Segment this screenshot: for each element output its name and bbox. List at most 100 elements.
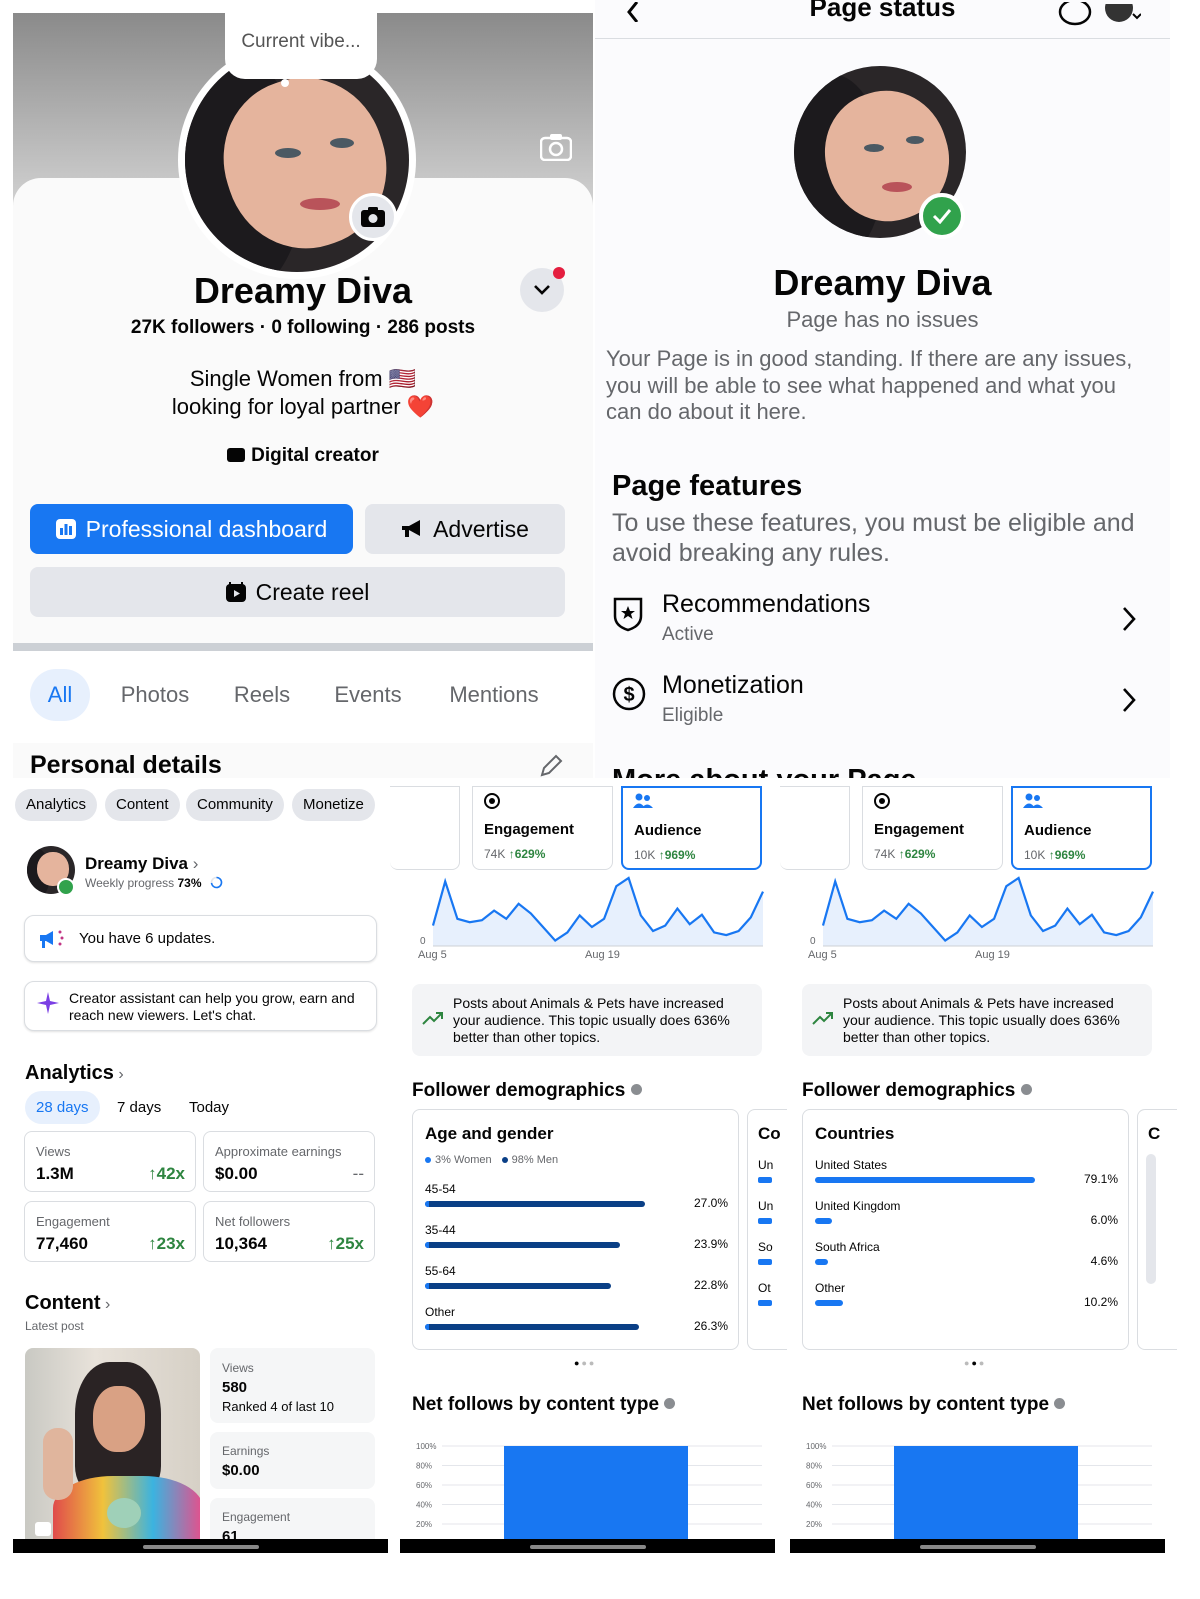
insights-panel-countries: Engagement 74K ↑629% Audience 10K ↑969% …: [780, 786, 1177, 1552]
chevron-right-icon: ›: [113, 1066, 124, 1083]
card-audience[interactable]: Audience 10K ↑969%: [1011, 786, 1152, 870]
card-engagement[interactable]: Engagement 74K ↑629%: [862, 786, 1003, 870]
home-indicator[interactable]: [530, 1545, 646, 1549]
tab-reels[interactable]: Reels: [225, 669, 299, 721]
post-metric-value: $0.00: [222, 1462, 260, 1479]
age-gender-card[interactable]: Age and gender 3% Women 98% Men 45-54 27.0% 3…: [412, 1109, 739, 1350]
updates-card[interactable]: You have 6 updates.: [24, 915, 377, 962]
vibe-dot: [281, 79, 289, 87]
chip-content[interactable]: Content: [105, 789, 180, 821]
info-icon[interactable]: [1020, 1084, 1032, 1095]
info-icon[interactable]: [630, 1084, 642, 1095]
peek-label: Ot: [758, 1281, 771, 1295]
metric-card-partial[interactable]: [390, 786, 460, 870]
audience-line-chart: 0 Aug 5 Aug 19: [418, 876, 764, 961]
countries-card[interactable]: Countries United States 79.1% United Kingdo…: [802, 1109, 1129, 1350]
card-label: Audience: [1024, 822, 1092, 839]
pagination-dots: ●●●: [574, 1358, 596, 1368]
card-audience[interactable]: Audience 10K ↑969%: [621, 786, 762, 870]
chip-monetize[interactable]: Monetize: [292, 789, 375, 821]
x-tick-label: Aug 5: [418, 949, 447, 961]
card-engagement[interactable]: Engagement 74K ↑629%: [472, 786, 613, 870]
page-name: Dreamy Diva: [773, 262, 992, 303]
y-tick-label: 60%: [416, 1481, 432, 1490]
edit-pencil-icon[interactable]: [538, 753, 564, 778]
creator-assistant-card[interactable]: Creator assistant can help you grow, ear…: [24, 981, 377, 1031]
home-indicator[interactable]: [920, 1545, 1036, 1549]
metric-label: Approximate earnings: [215, 1144, 342, 1159]
post-metric-label: Views: [222, 1361, 254, 1375]
home-indicator[interactable]: [143, 1545, 259, 1549]
verified-check-icon: [919, 193, 965, 239]
line-area: [823, 878, 1153, 946]
reel-icon: [35, 1522, 51, 1536]
chevron-down-icon: [534, 285, 550, 295]
feature-monetization[interactable]: $ Monetization Eligible: [595, 671, 1170, 741]
chip-community[interactable]: Community: [186, 789, 284, 821]
metric-net-followers[interactable]: Net followers 10,364 ↑25x: [203, 1201, 375, 1262]
cover-camera-icon[interactable]: [540, 133, 572, 161]
bar-label: Other: [815, 1281, 846, 1295]
content-title[interactable]: Content ›: [25, 1292, 110, 1315]
tab-events[interactable]: Events: [326, 669, 410, 721]
range-7-days[interactable]: 7 days: [117, 1091, 161, 1124]
professional-dashboard-button[interactable]: Professional dashboard: [30, 504, 353, 554]
metric-value: 77,460: [36, 1234, 88, 1253]
profile-tabs: All Photos Reels Events Mentions: [13, 643, 593, 743]
advertise-button[interactable]: Advertise: [365, 504, 565, 554]
post-metric-value: 580: [222, 1379, 248, 1396]
topic-insight-card[interactable]: Posts about Animals & Pets have increase…: [802, 984, 1152, 1056]
more-about-page-title: More about your Page: [612, 764, 917, 778]
metric-engagement[interactable]: Engagement 77,460 ↑23x: [24, 1201, 196, 1262]
metric-card-partial[interactable]: [780, 786, 850, 870]
engagement-icon: [874, 793, 890, 809]
insights-panel-age: Engagement 74K ↑629% Audience 10K ↑969% …: [390, 786, 787, 1552]
tab-all[interactable]: All: [30, 669, 90, 721]
profile-switch-icon[interactable]: [1058, 2, 1092, 26]
dashboard-name[interactable]: Dreamy Diva ›: [85, 854, 198, 874]
peek-bar: [758, 1300, 772, 1306]
topic-insight-card[interactable]: Posts about Animals & Pets have increase…: [412, 984, 762, 1056]
chip-analytics[interactable]: Analytics: [15, 789, 98, 821]
peek-scroll: [1146, 1154, 1156, 1284]
x-tick-label: Aug 19: [975, 949, 1010, 961]
bar-women-segment: [425, 1283, 429, 1289]
megaphone-icon: [40, 930, 64, 948]
info-icon[interactable]: [664, 1398, 676, 1409]
next-demographic-card-partial[interactable]: Co Un Un So Ot: [747, 1109, 787, 1350]
feature-recommendations[interactable]: Recommendations Active: [595, 590, 1170, 660]
briefcase-icon: [227, 448, 246, 462]
y-tick-label: 0: [420, 936, 426, 947]
x-tick-label: Aug 5: [808, 949, 837, 961]
weekly-progress: Weekly progress 73%: [85, 876, 202, 890]
follower-demographics-title: Follower demographics: [412, 1080, 642, 1102]
tab-photos[interactable]: Photos: [110, 669, 200, 721]
analytics-title[interactable]: Analytics ›: [25, 1062, 124, 1085]
create-reel-button[interactable]: Create reel: [30, 567, 565, 617]
account-avatar-icon[interactable]: [1105, 4, 1141, 26]
tab-mentions[interactable]: Mentions: [438, 669, 550, 721]
net-follows-bar[interactable]: [894, 1446, 1078, 1552]
current-vibe-bubble[interactable]: Current vibe...: [225, 13, 377, 79]
page-status-subtitle: Page has no issues: [786, 307, 979, 332]
follower-demographics-title: Follower demographics: [802, 1080, 1032, 1102]
bar-percent: 4.6%: [1090, 1254, 1118, 1268]
metric-label: Views: [36, 1144, 71, 1159]
info-icon[interactable]: [1054, 1398, 1066, 1409]
chevron-right-icon: ›: [100, 1296, 111, 1313]
follower-demographics-label: Follower demographics: [802, 1080, 1016, 1101]
net-follows-bar[interactable]: [504, 1446, 688, 1552]
range-28-days[interactable]: 28 days: [25, 1091, 100, 1124]
weekly-progress-label: Weekly progress: [85, 876, 175, 890]
next-demographic-card-partial[interactable]: C: [1137, 1109, 1177, 1350]
metric-delta: ↑23x: [148, 1234, 185, 1254]
range-today[interactable]: Today: [189, 1091, 229, 1124]
metric-earnings[interactable]: Approximate earnings $0.00 --: [203, 1131, 375, 1192]
metric-views[interactable]: Views 1.3M ↑42x: [24, 1131, 196, 1192]
latest-post-thumbnail[interactable]: [25, 1348, 200, 1548]
bar-label: South Africa: [815, 1240, 880, 1254]
y-tick-label: 20%: [416, 1520, 432, 1529]
card-label: Audience: [634, 822, 702, 839]
avatar-camera-icon[interactable]: [349, 193, 397, 241]
bar-percent: 27.0%: [693, 1196, 728, 1210]
